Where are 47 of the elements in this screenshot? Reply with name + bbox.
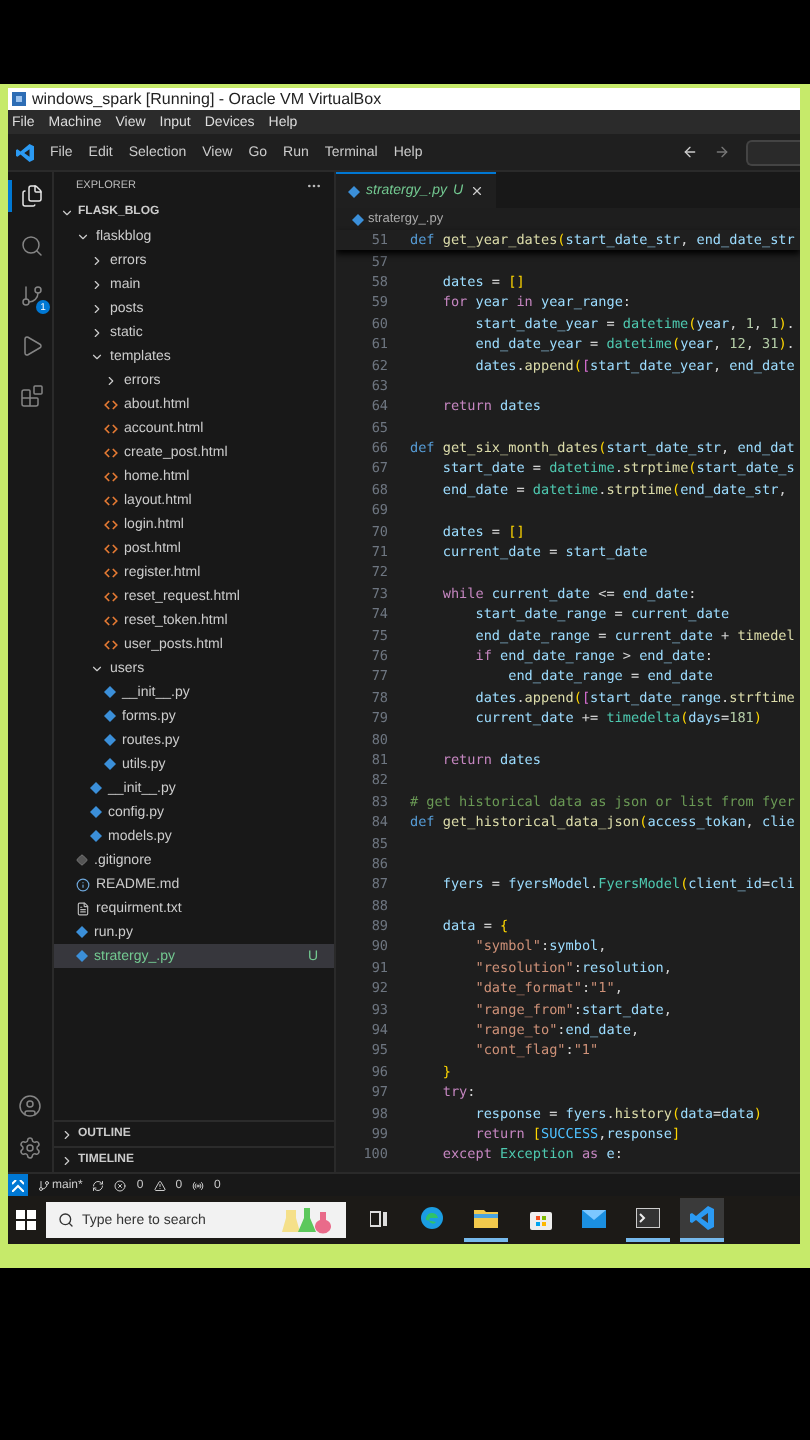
close-icon[interactable] xyxy=(469,184,484,198)
html-file-icon xyxy=(104,565,118,579)
forward-arrow-icon[interactable] xyxy=(714,144,730,160)
account-icon[interactable] xyxy=(18,1094,42,1118)
search-icon xyxy=(58,1212,74,1228)
run-debug-icon xyxy=(20,334,44,358)
code-editor-logo-icon xyxy=(16,143,34,161)
html-file-icon xyxy=(104,517,118,531)
files-icon xyxy=(20,184,44,208)
sync-icon[interactable] xyxy=(92,1179,105,1191)
remote-icon xyxy=(12,1179,24,1191)
command-search-field[interactable] xyxy=(746,139,800,165)
remote-button[interactable] xyxy=(8,1174,28,1196)
shopping-bag-icon xyxy=(529,1207,551,1229)
terminal-icon xyxy=(636,1208,660,1228)
error-icon xyxy=(114,1179,127,1191)
html-file-icon xyxy=(104,541,118,555)
html-file-icon xyxy=(104,421,118,435)
source-control-icon xyxy=(20,284,44,308)
extensions-icon xyxy=(20,384,44,408)
code-editor-icon xyxy=(690,1206,714,1230)
html-file-icon xyxy=(104,637,118,651)
python-file-icon xyxy=(348,185,360,197)
text-file-icon xyxy=(76,901,90,915)
branch-icon xyxy=(38,1179,50,1191)
ports-icon xyxy=(192,1179,205,1191)
html-file-icon xyxy=(104,469,118,483)
search-icon xyxy=(20,234,44,258)
python-file-icon xyxy=(352,213,364,225)
html-file-icon xyxy=(104,613,118,627)
app-icon xyxy=(12,92,26,106)
settings-icon[interactable] xyxy=(18,1136,42,1160)
mail-icon xyxy=(582,1209,606,1227)
flasks-drawing xyxy=(282,1206,334,1234)
windows-logo-icon[interactable] xyxy=(16,1210,36,1230)
back-arrow-icon[interactable] xyxy=(682,144,698,160)
html-file-icon xyxy=(104,445,118,459)
window-title: windows_spark [Running] - Oracle VM VirtualBox xyxy=(32,90,382,108)
html-file-icon xyxy=(104,397,118,411)
html-file-icon xyxy=(104,493,118,507)
browser-icon xyxy=(420,1206,444,1230)
diamond-icon xyxy=(76,854,88,866)
task-view-icon xyxy=(369,1209,387,1227)
info-icon xyxy=(76,877,90,891)
html-file-icon xyxy=(104,589,118,603)
folder-icon xyxy=(474,1208,498,1228)
warning-icon xyxy=(153,1179,166,1191)
